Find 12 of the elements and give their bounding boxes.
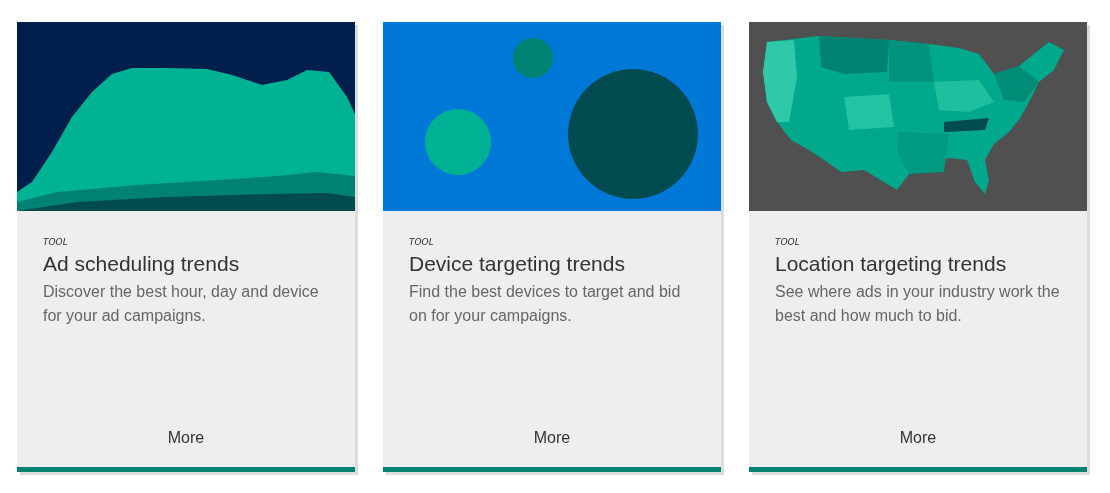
card-description: Discover the best hour, day and device for your ad campaigns. — [43, 282, 320, 326]
card-description: See where ads in your industry work the best and how much to bid. — [775, 282, 1061, 326]
card-description: Find the best devices to target and bid on for your campaigns. — [409, 282, 682, 326]
card-title: Location targeting trends — [775, 252, 1008, 276]
card-tag: TOOL — [775, 237, 1067, 247]
more-link[interactable]: More — [533, 429, 571, 447]
card-title: Ad scheduling trends — [43, 252, 241, 276]
more-link[interactable]: More — [167, 429, 205, 447]
card-tag: TOOL — [43, 237, 335, 247]
more-link[interactable]: More — [899, 429, 937, 447]
card-tag: TOOL — [409, 237, 701, 247]
card-title: Device targeting trends — [409, 252, 626, 276]
